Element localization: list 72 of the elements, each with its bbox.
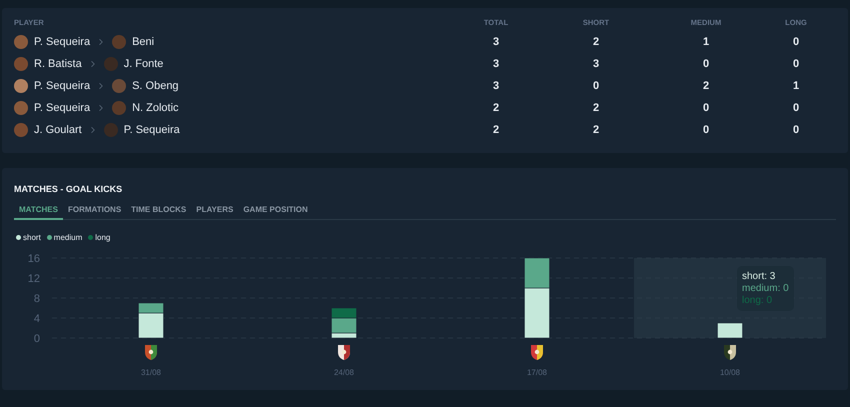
table-cell-text: 0 [792, 123, 800, 138]
table-cell-text: 2 [592, 123, 600, 138]
crest-icon [145, 345, 157, 360]
x-axis-label: 31/08 [140, 368, 162, 377]
tab[interactable]: MATCHES [14, 203, 63, 220]
avatar-icon [104, 123, 118, 137]
player-name: J. Goulart [34, 124, 82, 136]
crest-icon [724, 345, 736, 360]
table-cell-text: 0 [702, 57, 710, 72]
player-name: S. Obeng [132, 80, 179, 92]
avatar-icon [14, 101, 28, 115]
tab[interactable]: GAME POSITION [238, 203, 313, 220]
x-axis-label: 17/08 [526, 368, 548, 377]
table-cell-text: 3 [492, 35, 500, 50]
section-title: MATCHES - GOAL KICKS [14, 184, 124, 194]
table-cell-text: 0 [702, 123, 710, 138]
bar-segment[interactable] [138, 312, 164, 338]
bar-segment[interactable] [524, 288, 550, 338]
bar-segment[interactable] [524, 258, 550, 288]
table-cell-text: 2 [592, 35, 600, 50]
table-cell-text: 2 [592, 101, 600, 116]
player-name: R. Batista [34, 58, 82, 70]
tab[interactable]: PLAYERS [191, 203, 238, 220]
table-cell-text: 2 [492, 123, 500, 138]
legend-label: short [23, 233, 41, 242]
crest-icon [531, 345, 543, 360]
tooltip-line: medium: 0 [742, 283, 789, 294]
y-axis-label: 8 [34, 293, 40, 305]
table-cell-text: 0 [792, 35, 800, 50]
y-axis-label: 4 [34, 313, 40, 325]
bar-segment[interactable] [331, 332, 357, 338]
player-name: N. Zolotic [132, 102, 179, 114]
legend-label: medium [54, 233, 82, 242]
player-name: P. Sequeira [34, 102, 90, 114]
tooltip-line: short: 3 [742, 271, 776, 282]
tab[interactable]: FORMATIONS [62, 203, 126, 220]
table-cell-text: 3 [492, 79, 500, 94]
table-cell-text: 0 [792, 57, 800, 72]
avatar-icon [14, 57, 28, 71]
player-name: P. Sequeira [34, 36, 90, 48]
bar-segment[interactable] [717, 322, 743, 338]
table-cell-text: 0 [792, 101, 800, 116]
avatar-icon [104, 57, 118, 71]
player-name: P. Sequeira [34, 80, 90, 92]
y-axis-label: 16 [28, 253, 40, 265]
avatar-icon [14, 79, 28, 93]
player-name: J. Fonte [124, 58, 164, 70]
bar-segment[interactable] [331, 318, 357, 334]
table-cell-text: 3 [592, 57, 600, 72]
player-name: P. Sequeira [124, 124, 180, 136]
bar-segment[interactable] [138, 302, 164, 314]
table-cell-text: 0 [592, 79, 600, 94]
table-cell-text: 0 [702, 101, 710, 116]
x-axis-label: 24/08 [334, 368, 354, 377]
table-cell-text: 1 [792, 79, 800, 94]
table-cell-text: 2 [492, 101, 500, 116]
avatar-icon [112, 101, 126, 115]
tab[interactable]: TIME BLOCKS [126, 203, 192, 220]
avatar-icon [14, 35, 28, 49]
table-cell-text: 3 [492, 57, 500, 72]
crest-icon [338, 345, 350, 360]
avatar-icon [14, 123, 28, 137]
table-cell-text: 2 [702, 79, 710, 94]
player-name: Beni [132, 36, 154, 48]
y-axis-label: 12 [28, 273, 40, 285]
legend-label: long [95, 233, 110, 242]
tooltip-line: long: 0 [742, 295, 774, 306]
avatar-icon [112, 35, 126, 49]
avatar-icon [112, 79, 126, 93]
table-cell-text: 1 [702, 35, 710, 50]
y-axis-label: 0 [34, 333, 40, 345]
x-axis-label: 10/08 [720, 368, 740, 377]
